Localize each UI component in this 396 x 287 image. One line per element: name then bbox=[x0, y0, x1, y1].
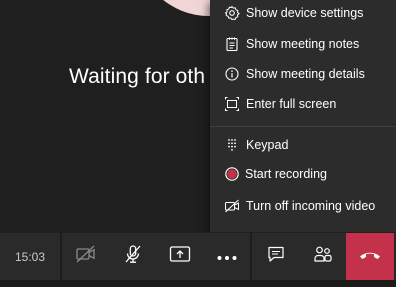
hang-up-icon bbox=[358, 248, 382, 266]
menu-item-label: Show device settings bbox=[246, 6, 364, 20]
chat-icon bbox=[267, 245, 285, 268]
menu-item-label: Start recording bbox=[245, 167, 327, 181]
keypad-icon bbox=[223, 136, 241, 154]
fullscreen-icon bbox=[223, 95, 241, 113]
share-screen-icon bbox=[169, 245, 191, 268]
side-panel-controls bbox=[252, 233, 346, 280]
menu-item-incoming-video[interactable]: Turn off incoming video bbox=[210, 193, 396, 219]
menu-item-meeting-notes[interactable]: Show meeting notes bbox=[210, 31, 396, 57]
call-timer: 15:03 bbox=[0, 233, 60, 280]
menu-item-full-screen[interactable]: Enter full screen bbox=[210, 91, 396, 117]
menu-item-meeting-details[interactable]: Show meeting details bbox=[210, 61, 396, 87]
video-stage: Waiting for oth Show device settings Sho… bbox=[0, 0, 396, 232]
menu-divider bbox=[210, 126, 396, 127]
more-actions-menu: Show device settings Show meeting notes … bbox=[210, 0, 396, 232]
menu-item-device-settings[interactable]: Show device settings bbox=[210, 0, 396, 26]
gear-icon bbox=[223, 4, 241, 22]
more-options-icon bbox=[216, 248, 238, 266]
camera-toggle-button[interactable] bbox=[62, 233, 109, 280]
share-screen-button[interactable] bbox=[156, 233, 203, 280]
hang-up-button[interactable] bbox=[346, 233, 394, 280]
call-controls bbox=[62, 233, 250, 280]
mic-off-icon bbox=[123, 244, 143, 269]
mic-toggle-button[interactable] bbox=[109, 233, 156, 280]
call-toolbar: 15:03 bbox=[0, 233, 396, 280]
participants-icon bbox=[313, 244, 333, 269]
video-off-icon bbox=[223, 197, 241, 215]
menu-item-start-recording[interactable]: Start recording bbox=[210, 161, 396, 187]
notes-icon bbox=[223, 35, 241, 53]
menu-item-label: Show meeting notes bbox=[246, 37, 360, 51]
menu-item-label: Turn off incoming video bbox=[246, 199, 376, 213]
menu-item-label: Keypad bbox=[246, 138, 289, 152]
participants-button[interactable] bbox=[299, 233, 346, 280]
chat-button[interactable] bbox=[252, 233, 299, 280]
record-icon bbox=[223, 165, 241, 183]
waiting-message: Waiting for oth bbox=[69, 65, 206, 88]
camera-off-icon bbox=[75, 245, 97, 268]
more-options-button[interactable] bbox=[203, 233, 250, 280]
menu-item-label: Show meeting details bbox=[246, 67, 365, 81]
info-icon bbox=[223, 65, 241, 83]
menu-item-keypad[interactable]: Keypad bbox=[210, 132, 396, 158]
bottom-strip bbox=[0, 280, 396, 287]
menu-item-label: Enter full screen bbox=[246, 97, 337, 111]
